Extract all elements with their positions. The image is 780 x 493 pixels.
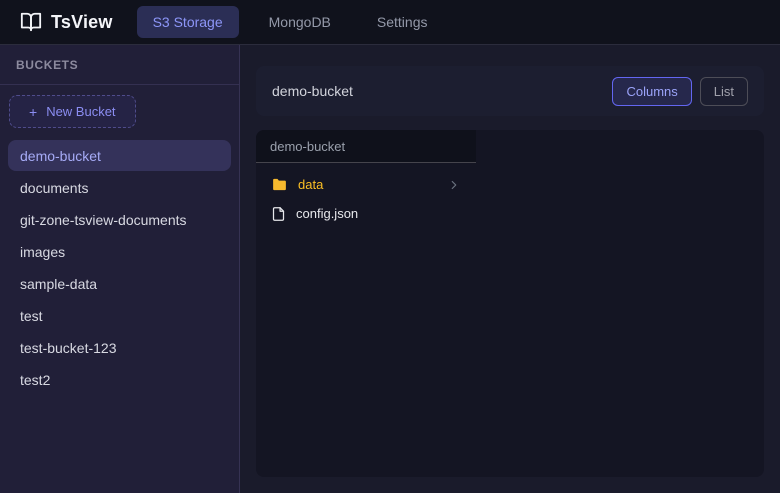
sidebar-item-bucket[interactable]: sample-data: [8, 268, 231, 299]
plus-icon: +: [29, 105, 37, 119]
sidebar-item-bucket[interactable]: test2: [8, 364, 231, 395]
view-mode-switch: Columns List: [612, 77, 748, 106]
content-shell: BUCKETS + New Bucket demo-bucketdocument…: [0, 45, 780, 493]
file-icon: [271, 206, 286, 222]
tab-settings[interactable]: Settings: [361, 6, 444, 38]
new-bucket-wrap: + New Bucket: [0, 85, 239, 130]
column-header: demo-bucket: [256, 130, 476, 163]
files-panel: demo-bucket data config.json: [256, 130, 764, 477]
new-bucket-label: New Bucket: [46, 104, 115, 119]
sidebar-item-bucket[interactable]: documents: [8, 172, 231, 203]
current-bucket-title: demo-bucket: [272, 83, 353, 99]
app-logo: TsView: [20, 11, 113, 33]
sidebar-item-bucket[interactable]: git-zone-tsview-documents: [8, 204, 231, 235]
list-view-button[interactable]: List: [700, 77, 748, 106]
sidebar-item-bucket[interactable]: test-bucket-123: [8, 332, 231, 363]
columns-view-button[interactable]: Columns: [612, 77, 691, 106]
new-bucket-button[interactable]: + New Bucket: [9, 95, 136, 128]
bucket-header-card: demo-bucket Columns List: [256, 66, 764, 116]
buckets-section-title: BUCKETS: [0, 45, 239, 85]
entry-name: data: [298, 177, 323, 192]
sidebar-item-bucket[interactable]: test: [8, 300, 231, 331]
folder-icon: [271, 176, 288, 193]
tab-mongodb[interactable]: MongoDB: [253, 6, 347, 38]
sidebar-item-bucket[interactable]: images: [8, 236, 231, 267]
nav-tabs: S3 Storage MongoDB Settings: [137, 6, 444, 38]
book-open-icon: [20, 11, 42, 33]
entry-name: config.json: [296, 206, 358, 221]
file-entry[interactable]: config.json: [262, 200, 470, 227]
app-title: TsView: [51, 12, 113, 33]
buckets-sidebar: BUCKETS + New Bucket demo-bucketdocument…: [0, 45, 240, 493]
folder-entry[interactable]: data: [262, 171, 470, 198]
column-items: data config.json: [256, 163, 476, 235]
tab-s3-storage[interactable]: S3 Storage: [137, 6, 239, 38]
browser-column: demo-bucket data config.json: [256, 130, 476, 477]
chevron-right-icon: [447, 178, 461, 192]
main-area: demo-bucket Columns List demo-bucket data…: [240, 45, 780, 493]
topbar: TsView S3 Storage MongoDB Settings: [0, 0, 780, 45]
sidebar-item-bucket[interactable]: demo-bucket: [8, 140, 231, 171]
bucket-list: demo-bucketdocumentsgit-zone-tsview-docu…: [0, 130, 239, 405]
